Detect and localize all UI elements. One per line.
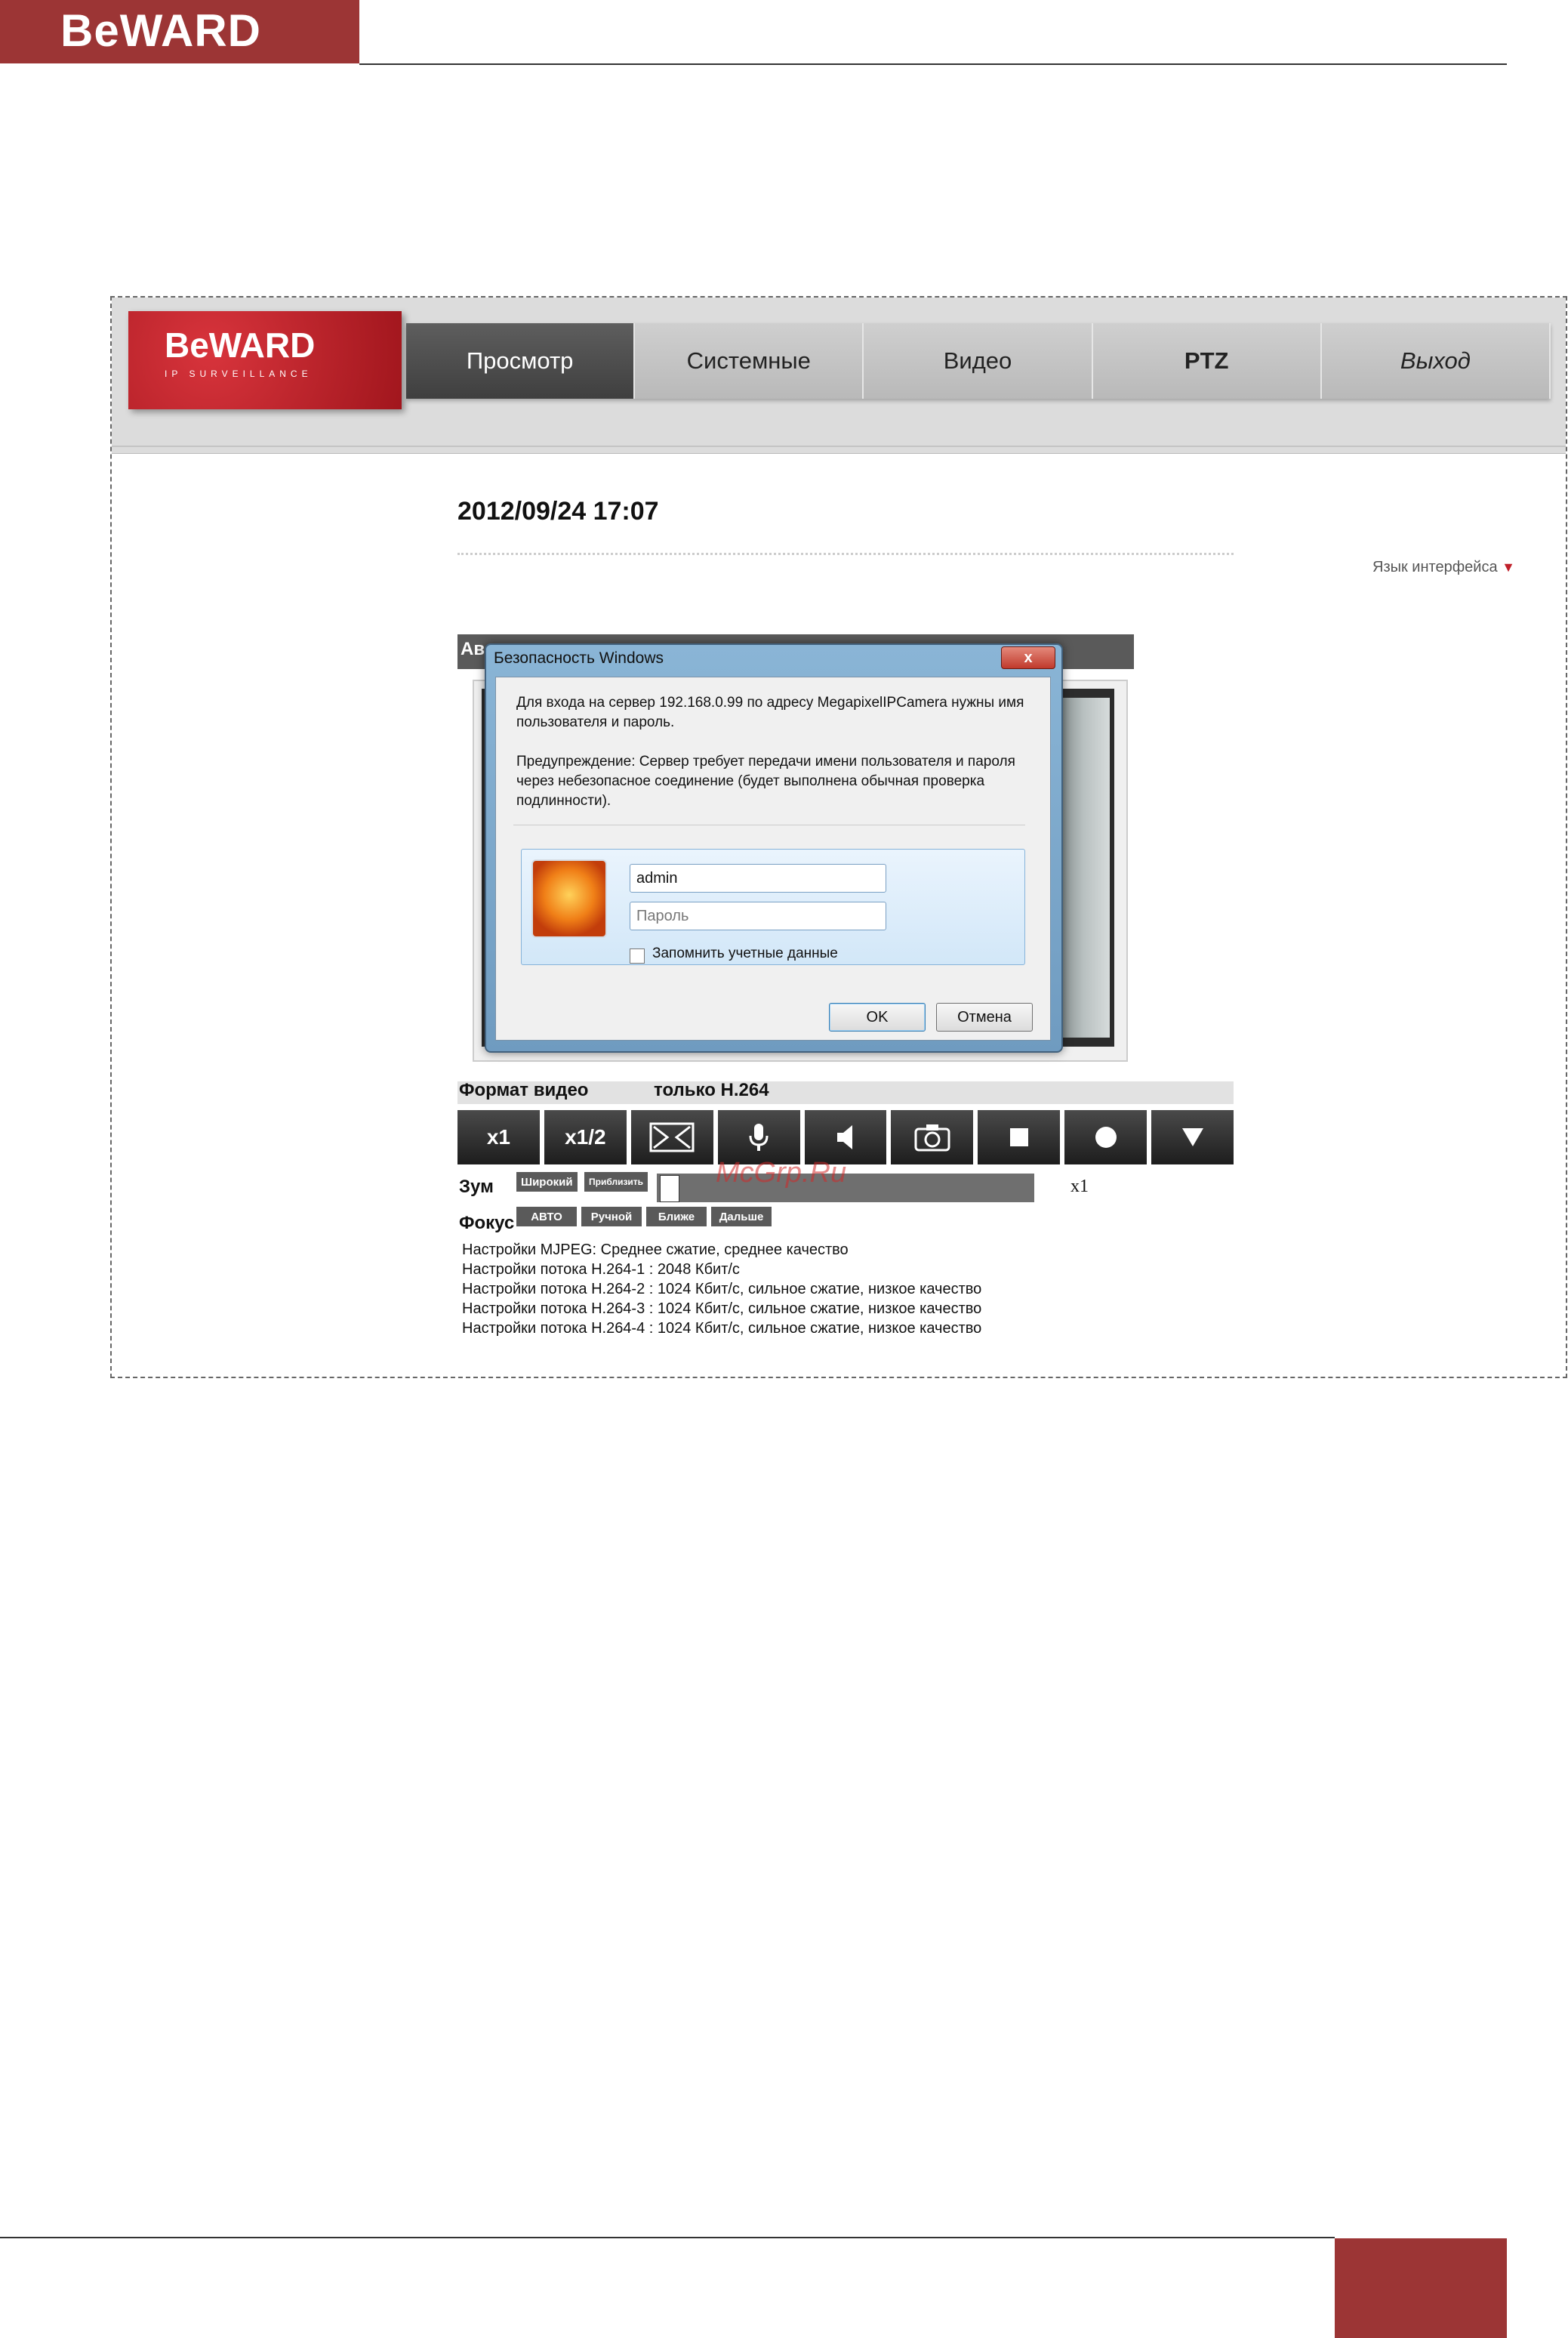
zoom-label: Зум — [459, 1177, 494, 1197]
remember-checkbox[interactable] — [630, 948, 645, 964]
nav-ptz[interactable]: PTZ — [1093, 323, 1322, 399]
ok-button[interactable]: OK — [829, 1003, 926, 1032]
stream-setting-mjpeg: Настройки MJPEG: Среднее сжатие, среднее… — [462, 1241, 849, 1258]
focus-manual-button[interactable]: Ручной — [581, 1207, 642, 1226]
nav-logout[interactable]: Выход — [1322, 323, 1551, 399]
brand-tagline: IP SURVEILLANCE — [165, 369, 313, 379]
remember-label: Запомнить учетные данные — [652, 945, 838, 961]
caret-down-icon: ▼ — [1502, 560, 1515, 575]
fullscreen-icon[interactable] — [630, 1110, 713, 1164]
dropdown-icon[interactable] — [1151, 1110, 1234, 1164]
web-interface-screenshot: BeWARD IP SURVEILLANCE Просмотр Системны… — [110, 296, 1567, 1378]
page-logo: BeWARD — [60, 5, 262, 56]
stop-icon[interactable] — [978, 1110, 1061, 1164]
dotted-divider — [457, 553, 1234, 555]
focus-label: Фокус — [459, 1213, 515, 1233]
stream-settings-list: Настройки MJPEG: Среднее сжатие, среднее… — [462, 1240, 981, 1338]
stream-setting-h264-2: Настройки потока H.264-2 : 1024 Кбит/с, … — [462, 1281, 982, 1297]
zoom-wide-button[interactable]: Широкий — [516, 1172, 578, 1192]
username-field[interactable] — [630, 864, 886, 893]
language-selector[interactable]: Язык интерфейса ▼ — [1372, 559, 1515, 576]
cancel-button[interactable]: Отмена — [936, 1003, 1033, 1032]
zoom-slider-handle[interactable] — [660, 1175, 679, 1202]
video-format-label: Формат видео — [459, 1080, 589, 1100]
footer-page-tab — [1335, 2238, 1507, 2338]
stream-setting-h264-1: Настройки потока H.264-1 : 2048 Кбит/с — [462, 1261, 740, 1278]
header-divider — [359, 63, 1507, 65]
scale-half-button[interactable]: x1/2 — [544, 1110, 627, 1164]
close-button[interactable]: x — [1001, 646, 1055, 669]
dialog-message: Для входа на сервер 192.168.0.99 по адре… — [516, 695, 1024, 730]
video-title: Ав — [461, 639, 485, 659]
nav-system[interactable]: Системные — [635, 323, 864, 399]
zoom-value: x1 — [1070, 1177, 1089, 1196]
focus-far-button[interactable]: Дальше — [711, 1207, 772, 1226]
user-avatar — [531, 859, 607, 938]
scale-x1-button[interactable]: x1 — [457, 1110, 540, 1164]
watermark: McGrp.Ru — [716, 1157, 847, 1189]
main-nav: Просмотр Системные Видео PTZ Выход — [406, 323, 1551, 399]
current-datetime: 2012/09/24 17:07 — [457, 497, 659, 526]
stream-setting-h264-4: Настройки потока H.264-4 : 1024 Кбит/с, … — [462, 1320, 982, 1337]
nav-view[interactable]: Просмотр — [406, 323, 636, 399]
brand-name: BeWARD — [165, 325, 316, 365]
zoom-tele-button[interactable]: Приблизить — [584, 1172, 648, 1192]
nav-video[interactable]: Видео — [864, 323, 1093, 399]
dialog-title: Безопасность Windows — [494, 649, 664, 667]
top-bar-divider — [112, 446, 1566, 447]
camera-icon[interactable] — [891, 1110, 974, 1164]
focus-auto-button[interactable]: АВТО — [516, 1207, 577, 1226]
footer-divider — [0, 2237, 1335, 2238]
video-feed-image — [1057, 698, 1110, 1038]
language-label: Язык интерфейса — [1372, 559, 1498, 575]
stream-setting-h264-3: Настройки потока H.264-3 : 1024 Кбит/с, … — [462, 1300, 982, 1317]
video-format-value: только H.264 — [654, 1080, 769, 1100]
record-icon[interactable] — [1064, 1110, 1148, 1164]
password-field[interactable] — [630, 902, 886, 930]
dialog-warning: Предупреждение: Сервер требует передачи … — [516, 754, 1015, 809]
focus-near-button[interactable]: Ближе — [646, 1207, 707, 1226]
